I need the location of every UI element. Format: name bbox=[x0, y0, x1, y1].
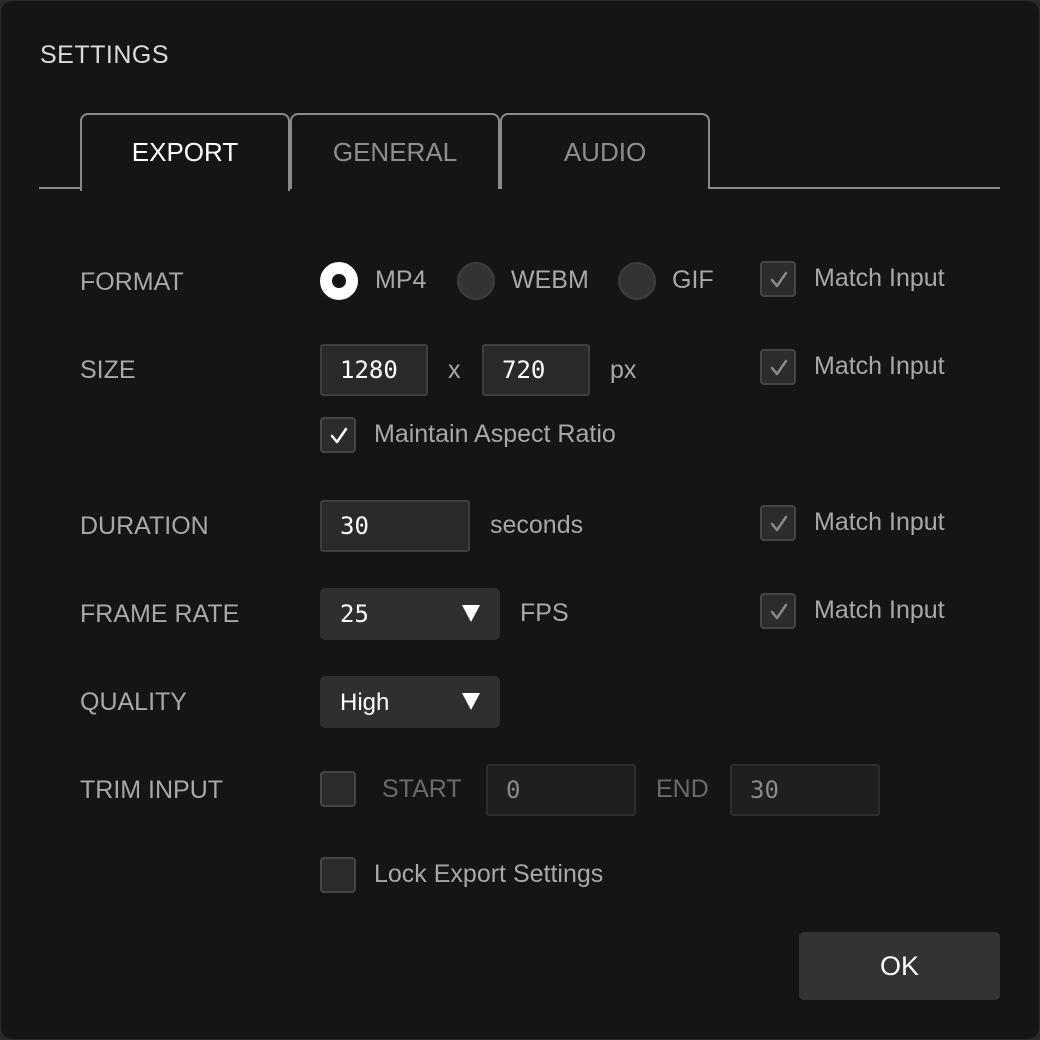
format-gif-label: GIF bbox=[672, 266, 714, 294]
frame-rate-value: 25 bbox=[340, 600, 369, 628]
lock-export-settings-checkbox[interactable] bbox=[320, 857, 356, 893]
ok-button[interactable]: OK bbox=[799, 932, 1000, 1000]
quality-select[interactable]: High bbox=[320, 676, 500, 728]
format-mp4-radio[interactable] bbox=[320, 262, 358, 300]
duration-label: DURATION bbox=[80, 512, 209, 540]
tab-audio[interactable]: AUDIO bbox=[500, 113, 710, 189]
checkmark-icon bbox=[770, 603, 788, 620]
frame-rate-unit: FPS bbox=[520, 599, 569, 627]
format-webm-label: WEBM bbox=[511, 266, 589, 294]
checkmark-icon bbox=[770, 515, 788, 532]
format-gif-radio[interactable] bbox=[618, 262, 656, 300]
size-match-input-checkbox[interactable] bbox=[760, 349, 796, 385]
tab-export[interactable]: EXPORT bbox=[80, 113, 290, 193]
checkmark-icon bbox=[330, 427, 348, 444]
settings-dialog: SETTINGS EXPORT GENERAL AUDIO FORMAT MP4… bbox=[0, 0, 1040, 1040]
frame-rate-match-input-checkbox[interactable] bbox=[760, 593, 796, 629]
trim-input-checkbox[interactable] bbox=[320, 771, 356, 807]
size-match-input-label: Match Input bbox=[814, 352, 945, 380]
trim-start-input[interactable]: 0 bbox=[486, 764, 636, 816]
duration-input[interactable]: 30 bbox=[320, 500, 470, 552]
format-match-input-checkbox[interactable] bbox=[760, 261, 796, 297]
size-label: SIZE bbox=[80, 356, 136, 384]
size-unit: px bbox=[610, 356, 637, 384]
width-input[interactable]: 1280 bbox=[320, 344, 428, 396]
frame-rate-match-input-label: Match Input bbox=[814, 596, 945, 624]
checkmark-icon bbox=[770, 271, 788, 288]
frame-rate-label: FRAME RATE bbox=[80, 600, 240, 628]
checkmark-icon bbox=[770, 359, 788, 376]
duration-match-input-label: Match Input bbox=[814, 508, 945, 536]
trim-end-label: END bbox=[656, 775, 709, 803]
caret-down-icon bbox=[462, 693, 480, 710]
tab-general[interactable]: GENERAL bbox=[290, 113, 500, 189]
dialog-title: SETTINGS bbox=[40, 41, 170, 69]
lock-export-settings-label: Lock Export Settings bbox=[374, 860, 604, 888]
format-mp4-label: MP4 bbox=[375, 266, 427, 294]
format-label: FORMAT bbox=[80, 268, 184, 296]
duration-unit: seconds bbox=[490, 511, 584, 539]
height-input[interactable]: 720 bbox=[482, 344, 590, 396]
caret-down-icon bbox=[462, 605, 480, 622]
trim-end-input[interactable]: 30 bbox=[730, 764, 880, 816]
trim-input-label: TRIM INPUT bbox=[80, 776, 224, 804]
trim-start-label: START bbox=[382, 775, 462, 803]
maintain-aspect-ratio-checkbox[interactable] bbox=[320, 417, 356, 453]
maintain-aspect-ratio-label: Maintain Aspect Ratio bbox=[374, 420, 616, 448]
quality-label: QUALITY bbox=[80, 688, 187, 716]
format-match-input-label: Match Input bbox=[814, 264, 945, 292]
quality-value: High bbox=[340, 689, 390, 716]
format-webm-radio[interactable] bbox=[457, 262, 495, 300]
duration-match-input-checkbox[interactable] bbox=[760, 505, 796, 541]
frame-rate-select[interactable]: 25 bbox=[320, 588, 500, 640]
size-separator: x bbox=[448, 356, 461, 384]
